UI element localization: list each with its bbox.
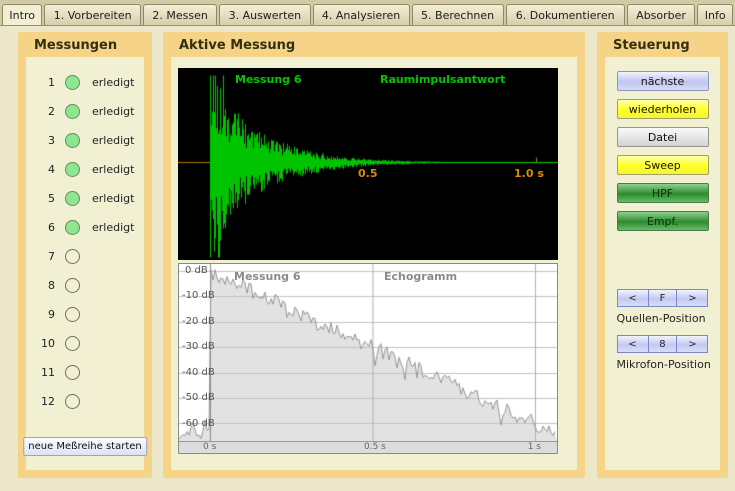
- measurement-number: 6: [39, 221, 55, 234]
- measurement-number: 11: [39, 366, 55, 379]
- steuerung-title: Steuerung: [605, 32, 720, 57]
- measurement-row: 5 erledigt: [39, 184, 144, 213]
- measurement-number: 9: [39, 308, 55, 321]
- measurement-status-radio[interactable]: [65, 307, 80, 322]
- echogram-chart: Messung 6 Echogramm 0 dB -10 dB -20 dB -…: [178, 263, 558, 454]
- tab-auswerten[interactable]: 3. Auswerten: [219, 4, 310, 25]
- echogram-xtick-0: 0 s: [203, 442, 216, 452]
- measurement-row: 8: [39, 271, 144, 300]
- main-tab-bar: Intro 1. Vorbereiten 2. Messen 3. Auswer…: [0, 0, 735, 26]
- source-position-label: Quellen-Position: [617, 312, 709, 325]
- measurement-status-radio[interactable]: [65, 278, 80, 293]
- active-measurement-title: Aktive Messung: [171, 32, 577, 57]
- measurement-row: 9: [39, 300, 144, 329]
- tab-vorbereiten[interactable]: 1. Vorbereiten: [44, 4, 141, 25]
- new-series-button[interactable]: neue Meßreihe starten: [23, 437, 147, 456]
- measurement-status-label: erledigt: [92, 105, 134, 118]
- tab-info[interactable]: Info: [697, 4, 733, 25]
- impulse-xtick-10: 1.0 s: [514, 167, 544, 180]
- tab-absorber[interactable]: Absorber: [627, 4, 696, 25]
- sweep-button[interactable]: Sweep: [617, 155, 709, 175]
- impulse-response-waveform: [178, 68, 558, 260]
- microphone-value-button[interactable]: 8: [648, 335, 678, 353]
- measurement-status-label: erledigt: [92, 163, 134, 176]
- impulse-chart-title: Raumimpulsantwort: [380, 73, 505, 86]
- repeat-button[interactable]: wiederholen: [617, 99, 709, 119]
- measurement-status-radio[interactable]: [65, 249, 80, 264]
- measurement-number: 10: [39, 337, 55, 350]
- source-next-button[interactable]: >: [676, 289, 708, 307]
- measurement-status-label: erledigt: [92, 192, 134, 205]
- measurement-number: 3: [39, 134, 55, 147]
- measurement-number: 8: [39, 279, 55, 292]
- measurement-status-label: erledigt: [92, 221, 134, 234]
- measurement-status-radio[interactable]: [65, 394, 80, 409]
- measurement-number: 4: [39, 163, 55, 176]
- tab-berechnen[interactable]: 5. Berechnen: [412, 4, 504, 25]
- messungen-panel: Messungen 1 erledigt 2 erledigt 3 erledi…: [18, 32, 152, 478]
- measurement-row: 10: [39, 329, 144, 358]
- echogram-ytick-50: -50 dB: [182, 392, 215, 404]
- measurement-status-radio[interactable]: [65, 365, 80, 380]
- measurement-row: 3 erledigt: [39, 126, 144, 155]
- measurement-row: 4 erledigt: [39, 155, 144, 184]
- echogram-ytick-10: -10 dB: [182, 290, 215, 302]
- microphone-position-label: Mikrofon-Position: [617, 358, 709, 371]
- microphone-position-control: < 8 > Mikrofon-Position: [617, 335, 709, 371]
- messungen-title: Messungen: [26, 32, 144, 57]
- measurement-status-radio[interactable]: [65, 75, 80, 90]
- measurement-row: 6 erledigt: [39, 213, 144, 242]
- impulse-series-label: Messung 6: [235, 73, 302, 86]
- measurement-number: 1: [39, 76, 55, 89]
- source-prev-button[interactable]: <: [617, 289, 649, 307]
- measurement-row: 11: [39, 358, 144, 387]
- measurement-status-radio[interactable]: [65, 336, 80, 351]
- measurement-number: 5: [39, 192, 55, 205]
- echogram-trace: [179, 264, 557, 442]
- measurement-status-label: erledigt: [92, 76, 134, 89]
- hpf-button[interactable]: HPF: [617, 183, 709, 203]
- next-button[interactable]: nächste: [617, 71, 709, 91]
- measurement-status-radio[interactable]: [65, 104, 80, 119]
- echogram-ytick-20: -20 dB: [182, 316, 215, 328]
- microphone-next-button[interactable]: >: [676, 335, 708, 353]
- measurement-row: 2 erledigt: [39, 97, 144, 126]
- active-measurement-panel: Aktive Messung Messung 6 Raumimpulsantwo…: [163, 32, 585, 478]
- measurement-list: 1 erledigt 2 erledigt 3 erledigt 4 erled…: [26, 57, 144, 416]
- echogram-series-label: Messung 6: [234, 270, 301, 283]
- tab-messen[interactable]: 2. Messen: [143, 4, 217, 25]
- echogram-xtick-05: 0.5 s: [364, 442, 386, 452]
- source-position-control: < F > Quellen-Position: [617, 289, 709, 325]
- echogram-ytick-40: -40 dB: [182, 367, 215, 379]
- echogram-ytick-0: 0 dB: [185, 265, 208, 277]
- source-value-button[interactable]: F: [648, 289, 678, 307]
- steuerung-panel: Steuerung nächste wiederholen Datei Swee…: [597, 32, 728, 478]
- microphone-prev-button[interactable]: <: [617, 335, 649, 353]
- empf-button[interactable]: Empf.: [617, 211, 709, 231]
- measurement-status-radio[interactable]: [65, 133, 80, 148]
- impulse-xtick-05: 0.5: [358, 167, 378, 180]
- measurement-number: 7: [39, 250, 55, 263]
- measurement-number: 2: [39, 105, 55, 118]
- echogram-xtick-1: 1 s: [528, 442, 541, 452]
- echogram-ytick-30: -30 dB: [182, 341, 215, 353]
- measurement-status-radio[interactable]: [65, 191, 80, 206]
- measurement-status-radio[interactable]: [65, 162, 80, 177]
- measurement-status-radio[interactable]: [65, 220, 80, 235]
- measurement-row: 12: [39, 387, 144, 416]
- echogram-ytick-60: -60 dB: [182, 418, 215, 430]
- measurement-status-label: erledigt: [92, 134, 134, 147]
- tab-intro[interactable]: Intro: [2, 4, 42, 25]
- impulse-response-chart: Messung 6 Raumimpulsantwort 0.5 1.0 s: [178, 68, 558, 260]
- tab-dokumentieren[interactable]: 6. Dokumentieren: [506, 4, 625, 25]
- file-button[interactable]: Datei: [617, 127, 709, 147]
- measurement-row: 1 erledigt: [39, 68, 144, 97]
- echogram-chart-title: Echogramm: [384, 270, 457, 283]
- measurement-row: 7: [39, 242, 144, 271]
- measurement-number: 12: [39, 395, 55, 408]
- echogram-x-axis: 0 s 0.5 s 1 s: [179, 441, 557, 453]
- tab-analysieren[interactable]: 4. Analysieren: [313, 4, 410, 25]
